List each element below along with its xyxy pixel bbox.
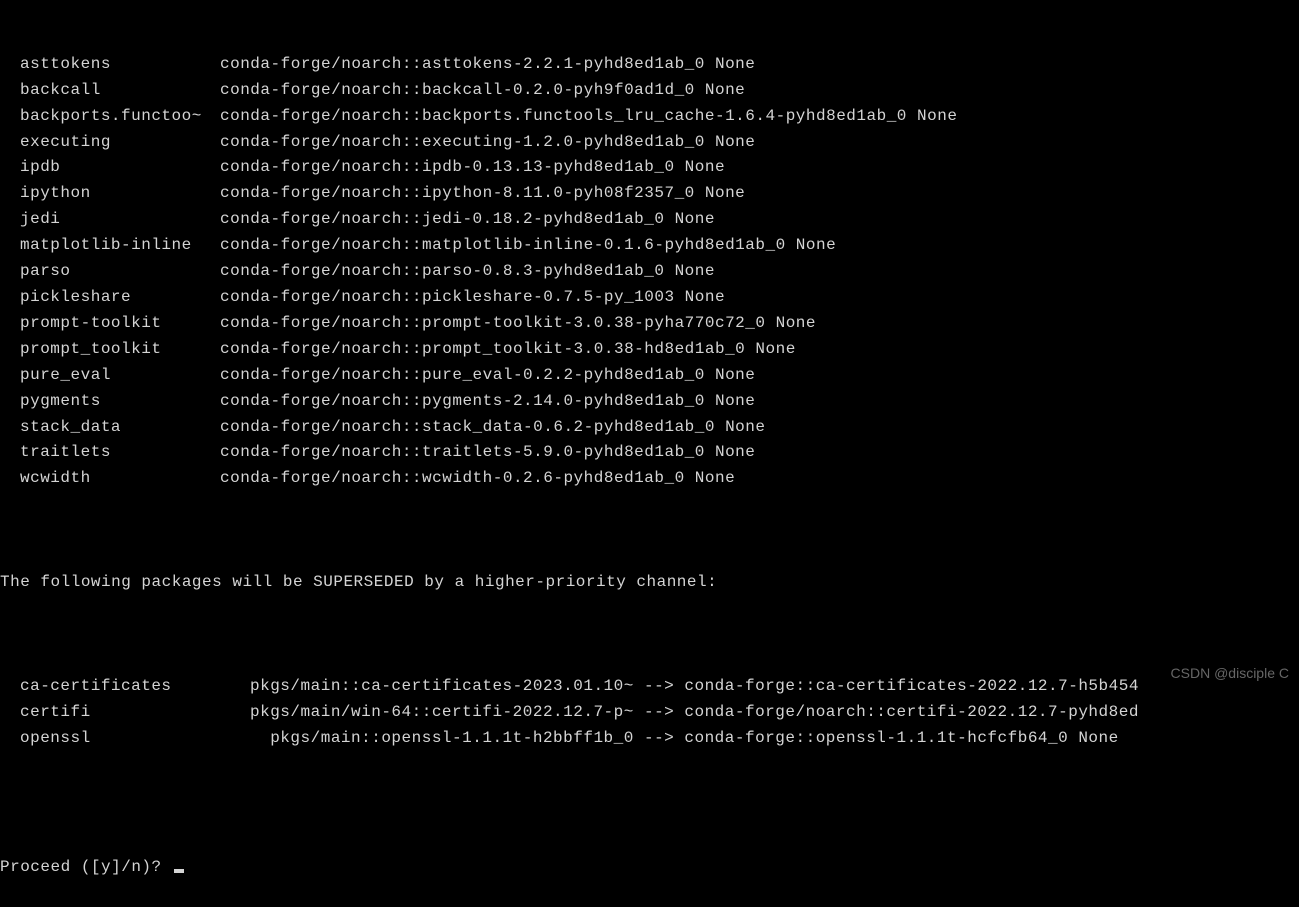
package-row: backports.functoo~conda-forge/noarch::ba…	[0, 104, 1299, 130]
package-spec: conda-forge/noarch::pygments-2.14.0-pyhd…	[220, 389, 755, 415]
package-name: prompt_toolkit	[0, 337, 220, 363]
superseded-header: The following packages will be SUPERSEDE…	[0, 570, 1299, 596]
package-row: prompt_toolkitconda-forge/noarch::prompt…	[0, 337, 1299, 363]
package-spec: conda-forge/noarch::backports.functools_…	[220, 104, 957, 130]
package-name: ipython	[0, 181, 220, 207]
package-row: ipdbconda-forge/noarch::ipdb-0.13.13-pyh…	[0, 155, 1299, 181]
package-name: executing	[0, 130, 220, 156]
package-spec: conda-forge/noarch::matplotlib-inline-0.…	[220, 233, 836, 259]
superseded-spec: pkgs/main::openssl-1.1.1t-h2bbff1b_0 -->…	[250, 726, 1119, 752]
package-spec: conda-forge/noarch::pure_eval-0.2.2-pyhd…	[220, 363, 755, 389]
package-row: executingconda-forge/noarch::executing-1…	[0, 130, 1299, 156]
package-spec: conda-forge/noarch::pickleshare-0.7.5-py…	[220, 285, 725, 311]
package-list: asttokensconda-forge/noarch::asttokens-2…	[0, 52, 1299, 492]
package-row: pygmentsconda-forge/noarch::pygments-2.1…	[0, 389, 1299, 415]
package-row: backcallconda-forge/noarch::backcall-0.2…	[0, 78, 1299, 104]
watermark-text: CSDN @disciple C	[1171, 662, 1289, 685]
package-spec: conda-forge/noarch::jedi-0.18.2-pyhd8ed1…	[220, 207, 715, 233]
superseded-name: openssl	[0, 726, 250, 752]
package-spec: conda-forge/noarch::ipdb-0.13.13-pyhd8ed…	[220, 155, 725, 181]
superseded-row: ca-certificatespkgs/main::ca-certificate…	[0, 674, 1299, 700]
package-name: pickleshare	[0, 285, 220, 311]
package-name: wcwidth	[0, 466, 220, 492]
superseded-row: openssl pkgs/main::openssl-1.1.1t-h2bbff…	[0, 726, 1299, 752]
package-spec: conda-forge/noarch::traitlets-5.9.0-pyhd…	[220, 440, 755, 466]
package-row: parsoconda-forge/noarch::parso-0.8.3-pyh…	[0, 259, 1299, 285]
package-spec: conda-forge/noarch::executing-1.2.0-pyhd…	[220, 130, 755, 156]
proceed-prompt-text: Proceed ([y]/n)?	[0, 858, 172, 876]
package-name: pure_eval	[0, 363, 220, 389]
package-name: backcall	[0, 78, 220, 104]
package-row: stack_dataconda-forge/noarch::stack_data…	[0, 415, 1299, 441]
package-row: asttokensconda-forge/noarch::asttokens-2…	[0, 52, 1299, 78]
package-spec: conda-forge/noarch::wcwidth-0.2.6-pyhd8e…	[220, 466, 735, 492]
superseded-list: ca-certificatespkgs/main::ca-certificate…	[0, 674, 1299, 752]
package-name: parso	[0, 259, 220, 285]
superseded-spec: pkgs/main::ca-certificates-2023.01.10~ -…	[250, 674, 1139, 700]
proceed-prompt-row[interactable]: Proceed ([y]/n)?	[0, 855, 1299, 881]
package-spec: conda-forge/noarch::prompt_toolkit-3.0.3…	[220, 337, 796, 363]
package-name: traitlets	[0, 440, 220, 466]
package-spec: conda-forge/noarch::ipython-8.11.0-pyh08…	[220, 181, 745, 207]
package-spec: conda-forge/noarch::prompt-toolkit-3.0.3…	[220, 311, 816, 337]
package-row: jediconda-forge/noarch::jedi-0.18.2-pyhd…	[0, 207, 1299, 233]
package-row: pure_evalconda-forge/noarch::pure_eval-0…	[0, 363, 1299, 389]
package-name: stack_data	[0, 415, 220, 441]
superseded-row: certifipkgs/main/win-64::certifi-2022.12…	[0, 700, 1299, 726]
package-spec: conda-forge/noarch::parso-0.8.3-pyhd8ed1…	[220, 259, 715, 285]
terminal-output: asttokensconda-forge/noarch::asttokens-2…	[0, 0, 1299, 907]
superseded-spec: pkgs/main/win-64::certifi-2022.12.7-p~ -…	[250, 700, 1139, 726]
package-row: prompt-toolkitconda-forge/noarch::prompt…	[0, 311, 1299, 337]
package-row: pickleshareconda-forge/noarch::picklesha…	[0, 285, 1299, 311]
package-row: matplotlib-inlineconda-forge/noarch::mat…	[0, 233, 1299, 259]
package-row: traitletsconda-forge/noarch::traitlets-5…	[0, 440, 1299, 466]
package-row: ipythonconda-forge/noarch::ipython-8.11.…	[0, 181, 1299, 207]
package-spec: conda-forge/noarch::backcall-0.2.0-pyh9f…	[220, 78, 745, 104]
package-name: pygments	[0, 389, 220, 415]
package-name: jedi	[0, 207, 220, 233]
package-name: asttokens	[0, 52, 220, 78]
package-name: ipdb	[0, 155, 220, 181]
package-spec: conda-forge/noarch::stack_data-0.6.2-pyh…	[220, 415, 765, 441]
package-row: wcwidthconda-forge/noarch::wcwidth-0.2.6…	[0, 466, 1299, 492]
superseded-name: certifi	[0, 700, 250, 726]
package-name: backports.functoo~	[0, 104, 220, 130]
superseded-name: ca-certificates	[0, 674, 250, 700]
cursor-icon	[174, 869, 184, 873]
package-name: matplotlib-inline	[0, 233, 220, 259]
package-spec: conda-forge/noarch::asttokens-2.2.1-pyhd…	[220, 52, 755, 78]
package-name: prompt-toolkit	[0, 311, 220, 337]
